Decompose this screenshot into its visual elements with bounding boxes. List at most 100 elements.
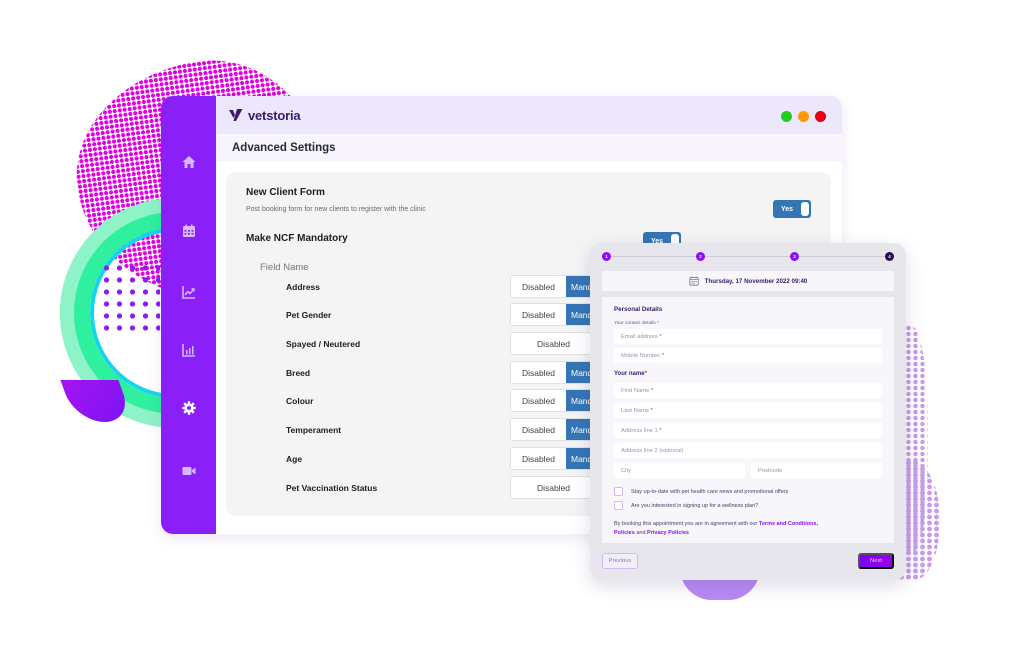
address-line-2-field[interactable]: Address line 2 (optional)	[614, 443, 882, 458]
new-client-form-title: New Client Form	[246, 187, 325, 198]
brand-name: vetstoria	[248, 107, 301, 123]
contact-details-label: Your contact details *	[614, 321, 659, 326]
last-name-field[interactable]: Last Name *	[614, 403, 882, 418]
field-label: Temperament	[286, 425, 342, 435]
terms-and-text: and	[636, 530, 646, 536]
address-line-1-field[interactable]: Address line 1 *	[614, 423, 882, 438]
progress-stepper: 1 2 3 4	[602, 251, 894, 263]
page-header: Advanced Settings	[216, 134, 842, 162]
datetime-text: Thursday, 17 November 2022 09:40	[704, 277, 808, 285]
required-mark: *	[659, 333, 662, 340]
video-icon	[182, 467, 195, 475]
label-text: Your contact details	[614, 321, 656, 326]
gear-icon	[181, 401, 196, 415]
disabled-option[interactable]: Disabled	[511, 477, 596, 498]
field-label: Colour	[286, 396, 314, 406]
section-title: Personal Details	[614, 306, 663, 313]
required-mark: *	[644, 371, 647, 377]
terms-prefix: By booking this appointment you are in a…	[614, 521, 758, 527]
terms-notice: By booking this appointment you are in a…	[614, 520, 879, 538]
news-opt-in[interactable]: Stay up-to-date with pet health care new…	[614, 487, 788, 496]
appointment-datetime: Thursday, 17 November 2022 09:40	[602, 271, 894, 291]
close-button[interactable]	[815, 111, 826, 122]
news-checkbox[interactable]	[614, 487, 623, 496]
make-ncf-mandatory-title: Make NCF Mandatory	[246, 233, 348, 244]
disabled-option[interactable]: Disabled	[511, 333, 596, 354]
required-mark: *	[657, 321, 659, 326]
field-label: Address	[286, 282, 321, 292]
placeholder: City	[621, 467, 631, 474]
disabled-option[interactable]: Disabled	[511, 390, 566, 411]
disabled-option[interactable]: Disabled	[511, 362, 566, 383]
email-field[interactable]: Email address *	[614, 329, 882, 344]
required-mark: *	[650, 407, 653, 414]
step-2[interactable]: 2	[696, 252, 705, 261]
required-mark: *	[650, 387, 654, 394]
field-state-selector: Disabled Mandatory	[510, 361, 597, 384]
top-bar: vetstoria	[216, 96, 842, 134]
field-label: Breed	[286, 368, 311, 378]
sidebar-item-video[interactable]	[161, 459, 216, 483]
required-mark: *	[659, 427, 662, 434]
terms-and-conditions-link[interactable]: Terms and Conditions,	[759, 521, 818, 527]
sidebar-item-home[interactable]	[161, 150, 216, 174]
calendar-icon	[689, 276, 699, 286]
privacy-policies-link[interactable]: Privacy Policies	[647, 530, 689, 536]
placeholder: First Name	[621, 387, 650, 394]
sidebar-item-reports[interactable]	[161, 338, 216, 362]
step-4[interactable]: 4	[885, 252, 894, 261]
news-checkbox-label: Stay up-to-date with pet health care new…	[631, 488, 789, 495]
placeholder: Mobile Number	[621, 352, 661, 359]
field-label: Pet Gender	[286, 310, 332, 320]
toggle-label: Yes	[781, 205, 794, 213]
sidebar-item-calendar[interactable]	[161, 219, 216, 243]
disabled-option[interactable]: Disabled	[511, 304, 566, 325]
placeholder: Address line 1	[621, 427, 658, 434]
field-name-header: Field Name	[260, 262, 309, 273]
placeholder: Address line 2 (optional)	[621, 447, 684, 454]
disabled-option[interactable]: Disabled	[511, 419, 566, 440]
field-label: Spayed / Neutered	[286, 339, 361, 349]
postcode-field[interactable]: Postcode	[751, 463, 882, 478]
calendar-icon	[182, 224, 195, 237]
sidebar-item-analytics[interactable]	[161, 280, 216, 304]
brand-logo[interactable]: vetstoria	[228, 107, 301, 123]
step-1[interactable]: 1	[602, 252, 611, 261]
placeholder: Email address	[621, 333, 658, 340]
city-field[interactable]: City	[614, 463, 745, 478]
field-state-selector: Disabled	[510, 476, 597, 499]
previous-button[interactable]: Previous	[602, 553, 638, 569]
field-state-selector: Disabled Mandatory	[510, 275, 597, 298]
disabled-option[interactable]: Disabled	[511, 448, 566, 469]
label-text: Your name	[614, 371, 645, 377]
placeholder: Last Name	[621, 407, 650, 414]
page-title: Advanced Settings	[232, 142, 336, 154]
personal-details-form: Personal Details Your contact details * …	[602, 297, 894, 543]
wellness-plan-opt-in[interactable]: Are you interested in signing up for a w…	[614, 501, 758, 510]
your-name-label: Your name*	[614, 371, 647, 377]
field-label: Pet Vaccination Status	[286, 483, 378, 493]
next-button[interactable]: Next	[858, 553, 894, 569]
stepper-line	[606, 256, 890, 257]
field-state-selector: Disabled Mandatory	[510, 418, 597, 441]
mobile-number-field[interactable]: Mobile Number *	[614, 348, 882, 363]
field-state-selector: Disabled Mandatory	[510, 447, 597, 470]
booking-form-window: 1 2 3 4 Thursday, 17 November 2022 09:40…	[590, 243, 906, 580]
window-controls	[781, 111, 826, 122]
policies-link[interactable]: Policies	[614, 530, 635, 536]
minimize-button[interactable]	[798, 111, 809, 122]
new-client-form-toggle[interactable]: Yes	[773, 200, 811, 218]
wellness-checkbox[interactable]	[614, 501, 623, 510]
toggle-knob	[801, 202, 809, 216]
trend-chart-icon	[181, 286, 195, 299]
field-state-selector: Disabled Mandatory	[510, 303, 597, 326]
maximize-button[interactable]	[781, 111, 792, 122]
field-state-selector: Disabled	[510, 332, 597, 355]
step-3[interactable]: 3	[790, 252, 799, 261]
bar-chart-icon	[181, 344, 195, 357]
placeholder: Postcode	[758, 467, 783, 474]
disabled-option[interactable]: Disabled	[511, 276, 566, 297]
wellness-checkbox-label: Are you interested in signing up for a w…	[631, 502, 759, 509]
first-name-field[interactable]: First Name *	[614, 383, 882, 398]
sidebar-item-settings[interactable]	[161, 396, 216, 420]
